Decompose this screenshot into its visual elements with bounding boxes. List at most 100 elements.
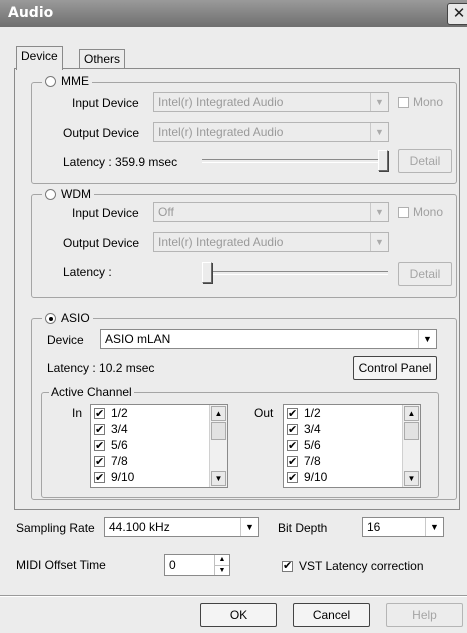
- asio-device-select[interactable]: ASIO mLAN ▼: [100, 329, 437, 349]
- mme-output-label: Output Device: [63, 126, 140, 140]
- title-bar[interactable]: Audio ✕: [0, 0, 467, 27]
- asio-label: ASIO: [61, 311, 90, 325]
- mme-latency-slider[interactable]: [202, 159, 388, 163]
- channel-row[interactable]: 5/6: [287, 438, 321, 453]
- asio-radio[interactable]: [45, 312, 56, 324]
- asio-device-value: ASIO mLAN: [105, 332, 171, 346]
- mme-output-device-select[interactable]: Intel(r) Integrated Audio ▼: [153, 122, 389, 142]
- mme-radio[interactable]: [45, 75, 56, 87]
- wdm-mono-check[interactable]: [398, 206, 409, 218]
- chevron-down-icon: ▼: [418, 330, 436, 348]
- scroll-down-icon[interactable]: ▼: [211, 471, 226, 486]
- spin-down-icon[interactable]: ▼: [215, 566, 229, 575]
- scroll-up-icon[interactable]: ▲: [211, 406, 226, 421]
- channel-label: 9/10: [111, 470, 135, 484]
- chevron-down-icon: ▼: [370, 203, 388, 221]
- chevron-down-icon: ▼: [240, 518, 258, 536]
- wdm-output-device-select[interactable]: Intel(r) Integrated Audio ▼: [153, 232, 389, 252]
- channel-row[interactable]: 5/6: [94, 438, 128, 453]
- out-channel-scrollbar[interactable]: ▲ ▼: [402, 405, 420, 487]
- cancel-button[interactable]: Cancel: [293, 603, 370, 627]
- channel-checkbox[interactable]: [287, 422, 298, 437]
- midi-offset-value: 0: [169, 558, 176, 572]
- vst-latency-label: VST Latency correction: [299, 559, 424, 573]
- help-button[interactable]: Help: [386, 603, 463, 627]
- channel-row[interactable]: 1/2: [94, 406, 128, 421]
- ok-button[interactable]: OK: [200, 603, 277, 627]
- control-panel-button[interactable]: Control Panel: [353, 356, 437, 380]
- asio-device-label: Device: [47, 333, 84, 347]
- vst-latency-checkbox[interactable]: VST Latency correction: [282, 559, 424, 573]
- channel-checkbox[interactable]: [287, 470, 298, 485]
- mme-legend: MME: [42, 74, 92, 88]
- channel-checkbox[interactable]: [287, 438, 298, 453]
- sampling-rate-select[interactable]: 44.100 kHz ▼: [104, 517, 259, 537]
- midi-offset-spinner[interactable]: 0 ▲ ▼: [164, 554, 230, 576]
- mme-mono-check[interactable]: [398, 96, 409, 108]
- wdm-input-device-select[interactable]: Off ▼: [153, 202, 389, 222]
- in-label: In: [72, 406, 83, 420]
- wdm-latency-slider[interactable]: [202, 271, 388, 275]
- channel-checkbox[interactable]: [94, 454, 105, 469]
- scroll-thumb[interactable]: [404, 422, 419, 440]
- scroll-down-icon[interactable]: ▼: [404, 471, 419, 486]
- channel-label: 3/4: [304, 422, 321, 436]
- channel-label: 9/10: [304, 470, 328, 484]
- channel-row[interactable]: 1/2: [287, 406, 321, 421]
- tab-device[interactable]: Device: [16, 46, 63, 70]
- wdm-label: WDM: [61, 187, 91, 201]
- channel-checkbox[interactable]: [94, 438, 105, 453]
- channel-label: 7/8: [111, 454, 128, 468]
- in-channel-list[interactable]: 9/10 7/8 5/6 3/4 1/2 ▲ ▼: [90, 404, 228, 488]
- spinner-arrows[interactable]: ▲ ▼: [214, 555, 229, 575]
- mme-mono-checkbox[interactable]: Mono: [398, 95, 443, 109]
- channel-checkbox[interactable]: [287, 454, 298, 469]
- wdm-radio[interactable]: [45, 188, 56, 200]
- wdm-detail-button[interactable]: Detail: [398, 262, 452, 286]
- audio-dialog: Audio ✕ Device Others MME Input Device I…: [0, 0, 467, 633]
- channel-checkbox[interactable]: [94, 422, 105, 437]
- mme-mono-label: Mono: [413, 95, 444, 109]
- channel-row[interactable]: 7/8: [287, 454, 321, 469]
- channel-row[interactable]: 7/8: [94, 454, 128, 469]
- mme-detail-button[interactable]: Detail: [398, 149, 452, 173]
- mme-input-label: Input Device: [72, 96, 139, 110]
- mme-label: MME: [61, 74, 89, 88]
- active-channel-label: Active Channel: [49, 385, 134, 399]
- sampling-rate-label: Sampling Rate: [16, 521, 95, 535]
- mme-latency-slider-thumb[interactable]: [378, 150, 388, 171]
- wdm-latency-slider-thumb[interactable]: [202, 262, 212, 283]
- chevron-down-icon: ▼: [370, 123, 388, 141]
- close-icon: ✕: [452, 5, 466, 22]
- mme-output-value: Intel(r) Integrated Audio: [158, 125, 284, 139]
- window-title: Audio: [8, 5, 54, 21]
- channel-row[interactable]: 3/4: [287, 422, 321, 437]
- sampling-rate-value: 44.100 kHz: [109, 520, 170, 534]
- channel-checkbox[interactable]: [287, 406, 298, 421]
- vst-latency-check[interactable]: [282, 559, 293, 572]
- channel-row[interactable]: 9/10: [94, 470, 134, 485]
- channel-label: 1/2: [111, 406, 128, 420]
- channel-checkbox[interactable]: [94, 470, 105, 485]
- out-channel-list[interactable]: 9/10 7/8 5/6 3/4 1/2 ▲ ▼: [283, 404, 421, 488]
- channel-checkbox[interactable]: [94, 406, 105, 421]
- in-channel-scrollbar[interactable]: ▲ ▼: [209, 405, 227, 487]
- bit-depth-label: Bit Depth: [278, 521, 328, 535]
- wdm-mono-checkbox[interactable]: Mono: [398, 205, 443, 219]
- channel-row[interactable]: 3/4: [94, 422, 128, 437]
- channel-row[interactable]: 9/10: [287, 470, 327, 485]
- asio-latency-text: Latency : 10.2 msec: [47, 361, 155, 375]
- close-button[interactable]: ✕: [447, 3, 467, 25]
- channel-label: 5/6: [304, 438, 321, 452]
- wdm-mono-label: Mono: [413, 205, 444, 219]
- wdm-latency-text: Latency :: [63, 265, 112, 279]
- chevron-down-icon: ▼: [370, 93, 388, 111]
- midi-offset-label: MIDI Offset Time: [16, 558, 106, 572]
- spin-up-icon[interactable]: ▲: [215, 555, 229, 566]
- bit-depth-select[interactable]: 16 ▼: [362, 517, 444, 537]
- mme-input-device-select[interactable]: Intel(r) Integrated Audio ▼: [153, 92, 389, 112]
- tab-others[interactable]: Others: [79, 49, 126, 69]
- scroll-thumb[interactable]: [211, 422, 226, 440]
- scroll-up-icon[interactable]: ▲: [404, 406, 419, 421]
- mme-latency-text: Latency : 359.9 msec: [63, 155, 178, 169]
